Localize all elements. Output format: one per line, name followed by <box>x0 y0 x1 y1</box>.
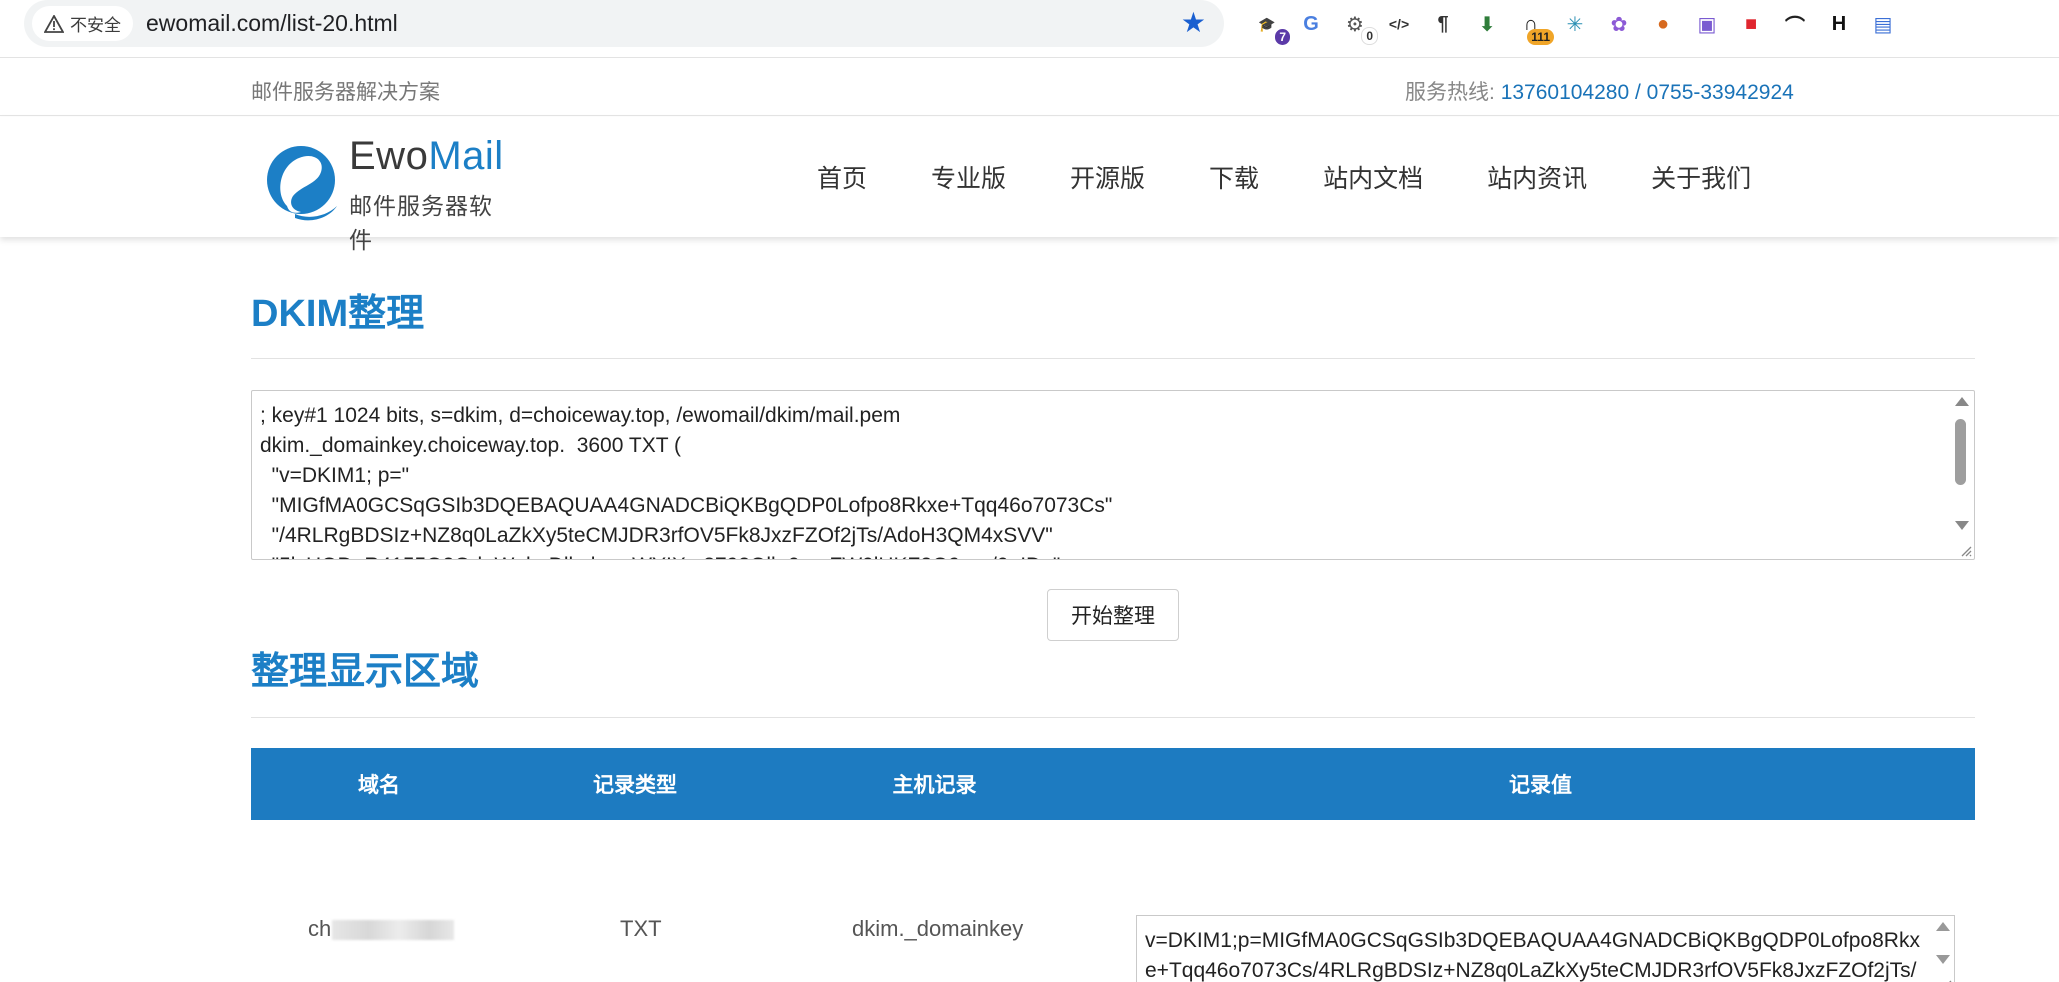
host-cell: dkim._domainkey <box>852 916 1024 941</box>
result-section-title: 整理显示区域 <box>251 651 480 693</box>
logo-word-mail: Mail <box>428 134 504 178</box>
textarea-scrollbar[interactable] <box>1950 393 1972 557</box>
record-value-text[interactable]: v=DKIM1;p=MIGfMA0GCSqGSIb3DQEBAQUAA4GNAD… <box>1145 926 1924 982</box>
logo-subtitle: 邮件服务器软件 <box>349 193 493 253</box>
value-scrollbar[interactable] <box>1932 918 1952 982</box>
browser-toolbar: 不安全 ewomail.com/list-20.html ★ 🎓 7 G ⚙ 0 </> ¶… <box>0 0 2059 58</box>
hat-icon[interactable]: ⌒ <box>1780 9 1810 39</box>
start-organize-button[interactable]: 开始整理 <box>1047 589 1179 641</box>
game-controller-icon[interactable]: ■ <box>1736 9 1766 39</box>
gear-flower-icon[interactable]: ✿ <box>1604 9 1634 39</box>
security-chip[interactable]: 不安全 <box>32 6 133 41</box>
ewomail-logo-icon <box>267 146 337 221</box>
jar-icon[interactable]: ▣ <box>1692 9 1722 39</box>
address-bar[interactable]: 不安全 ewomail.com/list-20.html ★ <box>24 0 1224 47</box>
scroll-up-arrow-icon[interactable] <box>1955 397 1969 406</box>
nav-download[interactable]: 下载 <box>1209 159 1259 195</box>
puzzle-counter-icon[interactable]: ⚙ 0 <box>1340 9 1378 45</box>
code-brackets-icon[interactable]: </> <box>1384 9 1414 39</box>
dkim-section-title: DKIM整理 <box>251 293 425 335</box>
resize-grip-icon[interactable] <box>1958 543 1972 557</box>
dkim-textarea[interactable]: ; key#1 1024 bits, s=dkim, d=choiceway.t… <box>251 390 1975 560</box>
header-record-value: 记录值 <box>1509 774 1572 797</box>
nav-pro[interactable]: 专业版 <box>931 159 1006 195</box>
scroll-up-arrow-icon[interactable] <box>1936 922 1950 931</box>
table-row: ch TXT dkim._domainkey v=DKIM1;p=MIGfMA0… <box>251 820 1975 982</box>
result-table: 域名 记录类型 主机记录 记录值 ch TXT dkim._domainkey … <box>251 748 1975 982</box>
top-info-bar: 邮件服务器解决方案 服务热线: 13760104280 / 0755-33942… <box>0 58 2059 116</box>
extension-badge: 0 <box>1361 27 1378 45</box>
nav-open-source[interactable]: 开源版 <box>1070 159 1145 195</box>
logo-word-ewo: Ewo <box>349 134 429 178</box>
domain-cell: ch <box>308 916 455 942</box>
table-header: 域名 记录类型 主机记录 记录值 <box>251 748 1975 820</box>
extension-badge: 111 <box>1527 29 1554 45</box>
ewomail-logo[interactable]: EwoMail 邮件服务器软件 <box>265 132 515 253</box>
hotline-label: 服务热线: <box>1405 81 1495 104</box>
dkim-textarea-content[interactable]: ; key#1 1024 bits, s=dkim, d=choiceway.t… <box>260 401 1944 559</box>
redacted-domain <box>332 920 455 941</box>
header-host: 主机记录 <box>892 774 977 797</box>
bookmark-star-icon[interactable]: ★ <box>1181 9 1206 37</box>
service-hotline: 服务热线: 13760104280 / 0755-33942924 <box>1405 76 1794 106</box>
scroll-thumb[interactable] <box>1955 419 1966 485</box>
divider <box>251 717 1975 718</box>
download-box-icon[interactable]: ⬇ <box>1472 9 1502 39</box>
nav-about[interactable]: 关于我们 <box>1651 159 1751 195</box>
resize-grip-icon[interactable] <box>1938 977 1952 982</box>
site-header: EwoMail 邮件服务器软件 首页 专业版 开源版 下载 站内文档 站内资讯 … <box>0 117 2059 253</box>
logo-wordmark: EwoMail <box>349 134 504 179</box>
cookie-icon[interactable]: ● <box>1648 9 1678 39</box>
url-text[interactable]: ewomail.com/list-20.html <box>146 10 398 37</box>
domain-prefix: ch <box>308 916 332 941</box>
divider <box>251 358 1975 359</box>
headphones-icon[interactable]: ∩ 111 <box>1516 9 1554 45</box>
header-domain: 域名 <box>358 774 400 797</box>
nav-docs[interactable]: 站内文档 <box>1323 159 1423 195</box>
scroll-down-arrow-icon[interactable] <box>1936 955 1950 964</box>
extension-badge: 7 <box>1275 29 1290 45</box>
type-cell: TXT <box>620 916 662 941</box>
google-translate-icon[interactable]: G <box>1296 9 1326 39</box>
graph-icon[interactable]: ✳ <box>1560 9 1590 39</box>
scroll-down-arrow-icon[interactable] <box>1955 521 1969 530</box>
security-label: 不安全 <box>70 16 121 35</box>
nav-news[interactable]: 站内资讯 <box>1487 159 1587 195</box>
hotline-numbers[interactable]: 13760104280 / 0755-33942924 <box>1501 81 1794 104</box>
site-tagline: 邮件服务器解决方案 <box>251 81 440 104</box>
h-block-icon[interactable]: H <box>1824 9 1854 39</box>
paragraph-icon[interactable]: ¶ <box>1428 9 1458 39</box>
header-record-type: 记录类型 <box>593 774 677 797</box>
record-value-textarea[interactable]: v=DKIM1;p=MIGfMA0GCSqGSIb3DQEBAQUAA4GNAD… <box>1136 915 1955 982</box>
main-nav: 首页 专业版 开源版 下载 站内文档 站内资讯 关于我们 <box>790 117 1788 237</box>
nav-home[interactable]: 首页 <box>817 159 867 195</box>
graduation-cap-icon[interactable]: 🎓 7 <box>1252 9 1290 45</box>
warning-triangle-icon <box>44 14 64 33</box>
extensions-bar: 🎓 7 G ⚙ 0 </> ¶ ⬇ ∩ 111 ✳ ✿ ● ▣ ■ ⌒ H ▤ <box>1252 6 1898 45</box>
floppy-save-icon[interactable]: ▤ <box>1868 9 1898 39</box>
